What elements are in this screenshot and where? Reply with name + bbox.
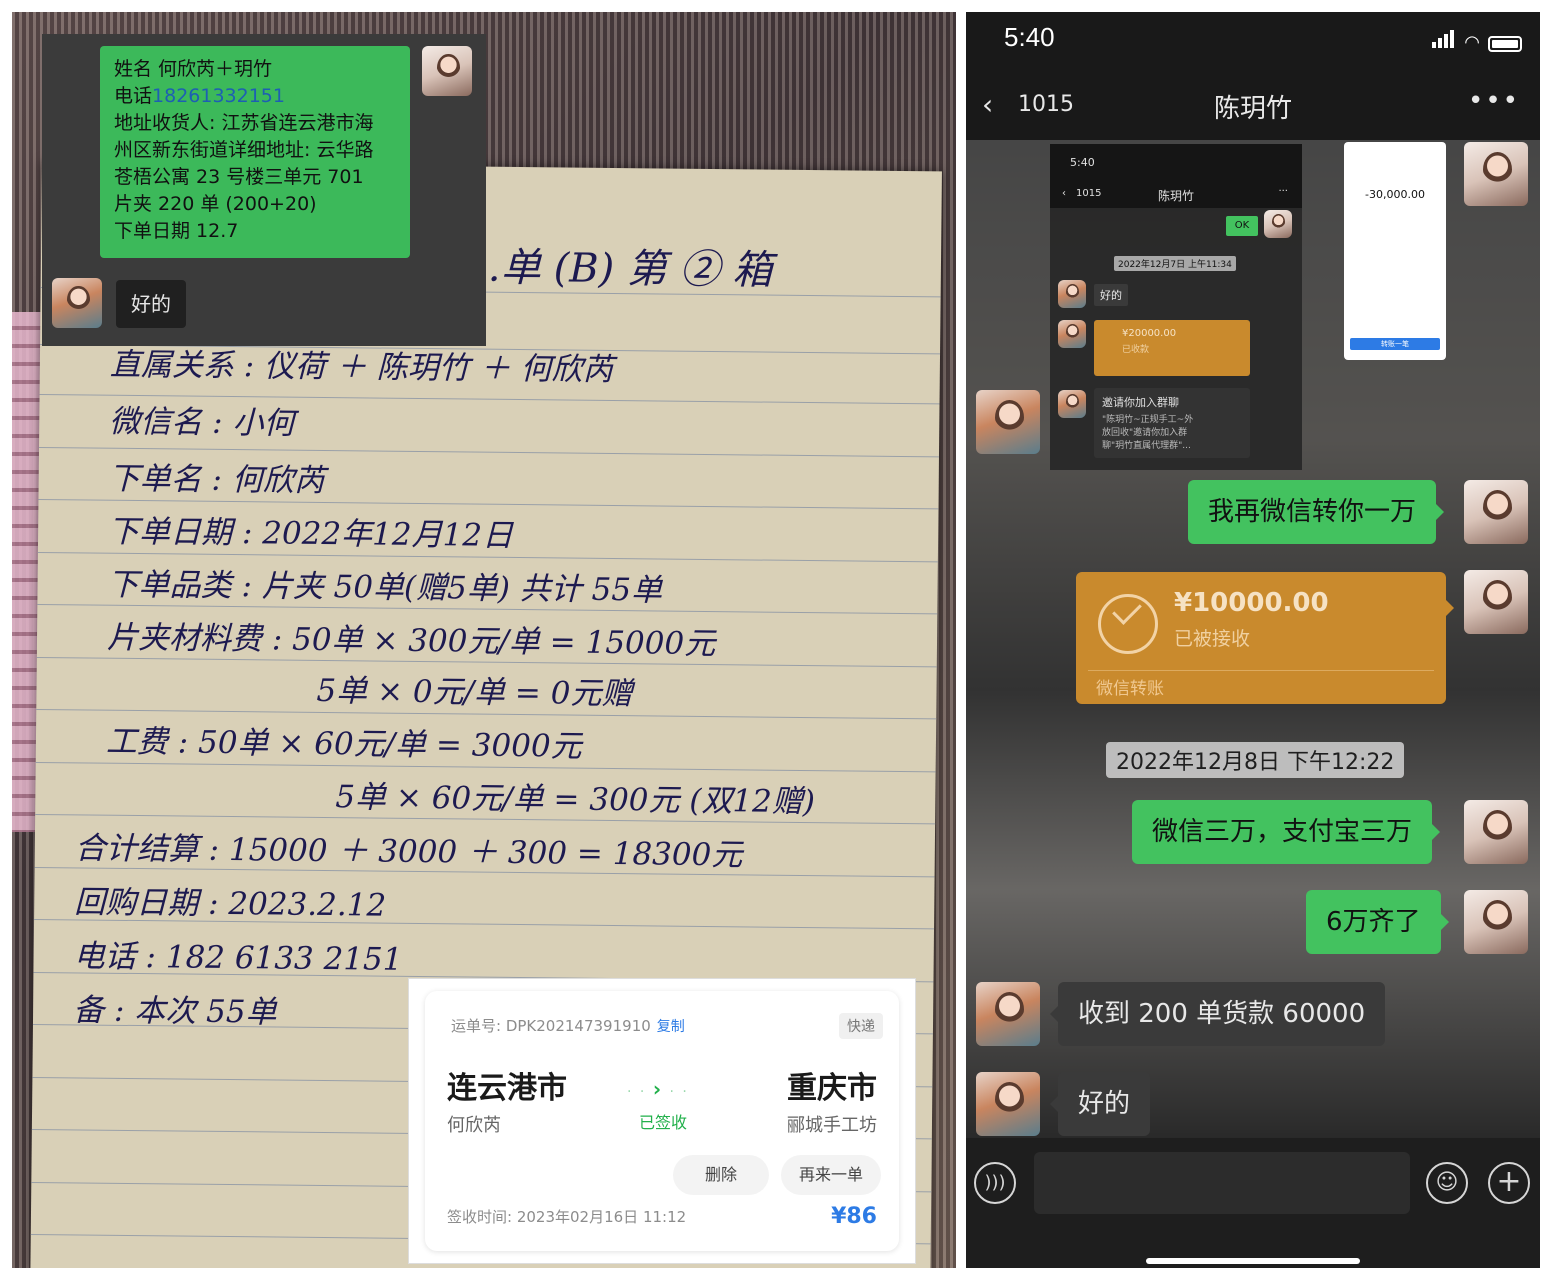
origin-city: 连云港市 [447, 1071, 567, 1106]
delete-button[interactable]: 删除 [673, 1155, 769, 1195]
message-sent[interactable]: 6万齐了 [1306, 890, 1449, 954]
notebook-line: 合计结算 : 15000 ＋ 3000 ＋ 300 = 18300元 [74, 830, 743, 874]
avatar[interactable] [976, 1072, 1040, 1136]
avatar[interactable] [1464, 890, 1528, 954]
sender-name: 何欣芮 [447, 1115, 501, 1136]
order-date-line: 下单日期 12.7 [114, 220, 239, 242]
embedded-receipt-screenshot[interactable]: -30,000.00 转账一笔 [1344, 142, 1446, 360]
home-indicator [1146, 1258, 1360, 1264]
receiver-name: 郦城手工坊 [787, 1115, 877, 1136]
avatar[interactable] [1464, 480, 1528, 544]
order-name-line: 姓名 何欣芮＋玥竹 [114, 58, 273, 80]
more-options-icon[interactable]: ••• [1468, 86, 1520, 116]
reply-bubble: 好的 [116, 280, 186, 328]
voice-input-icon[interactable]: ))) [974, 1162, 1016, 1204]
notebook-line: 下单日期 : 2022年12月12日 [107, 513, 514, 554]
avatar [1264, 210, 1292, 238]
embedded-chat-screenshot[interactable]: 5:40 ‹ 1015 陈玥竹 ··· OK 2022年12月7日 上午11:3… [1050, 144, 1302, 470]
receipt-button[interactable]: 转账一笔 [1350, 338, 1440, 350]
wifi-icon: ◠ [1464, 32, 1480, 53]
notebook-line: 备 : 本次 55单 [72, 992, 277, 1031]
notebook-line: 下单品类 : 片夹 50单(赠5单) 共计 55单 [107, 566, 663, 609]
avatar [1058, 280, 1086, 308]
notebook-line: 微信名 : 小何 [109, 403, 295, 442]
notebook-line: 回购日期 : 2023.2.12 [74, 884, 387, 924]
mini-group-invite: 邀请你加入群聊 "陈玥竹~正规手工~外 放回收"邀请你加入群 聊"玥竹直属代理群… [1094, 388, 1250, 458]
order-address-line: 地址收货人: 江苏省连云港市海 [114, 112, 374, 134]
copy-button[interactable]: 复制 [657, 1019, 685, 1035]
avatar[interactable] [422, 46, 472, 96]
order-address-line: 苍梧公寓 23 号楼三单元 701 [114, 166, 364, 188]
receipt-amount: -30,000.00 [1365, 188, 1425, 201]
notebook-line: 工费 : 50单 × 60元/单 = 3000元 [105, 723, 582, 765]
photo-chat-screenshot: 姓名 何欣芮＋玥竹 电话18261332151 地址收货人: 江苏省连云港市海 … [42, 34, 486, 346]
notebook-line: 5单 × 0元/单 = 0元赠 [316, 672, 633, 713]
express-delivery-card: 运单号: DPK202147391910 复制 快递 连云港市 何欣芮 · · ›… [408, 978, 916, 1264]
message-sent[interactable]: 我再微信转你一万 [1188, 480, 1445, 544]
avatar[interactable] [976, 390, 1040, 454]
avatar[interactable] [1464, 570, 1528, 634]
chat-input-bar: ))) ☺ + [966, 1138, 1540, 1268]
status-time: 5:40 [1004, 22, 1055, 52]
avatar[interactable] [52, 278, 102, 328]
transfer-status: 已被接收 [1174, 628, 1251, 650]
avatar [1058, 320, 1086, 348]
destination-city: 重庆市 [787, 1071, 877, 1106]
notebook-line: 直属关系 : 仪荷 ＋ 陈玥竹 ＋ 何欣芮 [109, 346, 614, 388]
status-icons: ◠ [1432, 30, 1522, 52]
notebook-line: 片夹材料费 : 50单 × 300元/单 = 15000元 [106, 619, 716, 663]
wechat-transfer-card[interactable]: ¥10000.00 已被接收 微信转账 [1076, 572, 1454, 704]
phone-number-link[interactable]: 18261332151 [152, 85, 285, 107]
order-info-bubble: 姓名 何欣芮＋玥竹 电话18261332151 地址收货人: 江苏省连云港市海 … [100, 46, 410, 258]
reorder-button[interactable]: 再来一单 [781, 1155, 881, 1195]
composite-image: …单 (B) 第 ② 箱 直属关系 : 仪荷 ＋ 陈玥竹 ＋ 何欣芮 微信名 :… [0, 0, 1550, 1280]
mini-transfer-card: ¥20000.00 已收款 [1094, 320, 1250, 376]
notebook-line: 5单 × 60元/单 = 300元 (双12赠) [335, 779, 816, 821]
chat-title: 陈玥竹 [1213, 94, 1292, 124]
mini-reply: 好的 [1094, 284, 1128, 306]
express-card-inner[interactable]: 运单号: DPK202147391910 复制 快递 连云港市 何欣芮 · · ›… [425, 991, 899, 1251]
avatar[interactable] [976, 982, 1040, 1046]
order-address-line: 州区新东街道详细地址: 云华路 [114, 139, 374, 161]
signed-time: 签收时间: 2023年02月16日 11:12 [447, 1208, 687, 1226]
message-timestamp: 2022年12月8日 下午12:22 [1106, 742, 1405, 778]
route-arrow-icon: · · › · · [627, 1077, 689, 1101]
message-input[interactable] [1034, 1152, 1410, 1214]
delivery-status: 已签收 [639, 1113, 688, 1132]
status-bar: 5:40 ◠ [966, 12, 1540, 72]
emoji-icon[interactable]: ☺ [1426, 1162, 1468, 1204]
notebook-title: …单 (B) 第 ② 箱 [460, 244, 773, 294]
message-received[interactable]: 好的 [1049, 1072, 1151, 1136]
notebook-line: 下单名 : 何欣芮 [108, 460, 326, 499]
message-sent[interactable]: 微信三万，支付宝三万 [1132, 800, 1441, 864]
signal-icon [1432, 30, 1456, 52]
waybill-number: 运单号: DPK202147391910 复制 [451, 1017, 685, 1035]
express-tag: 快递 [839, 1013, 883, 1039]
order-phone-line: 电话18261332151 [114, 85, 285, 107]
battery-icon [1488, 36, 1522, 52]
chat-nav-bar: ‹ 1015 陈玥竹 ••• [966, 72, 1540, 140]
notebook-line: 电话 : 182 6133 2151 [73, 938, 403, 978]
wechat-phone-screenshot: 5:40 ◠ ‹ 1015 陈玥竹 ••• 5:40 ‹ 1015 陈玥竹 ··… [966, 12, 1540, 1268]
transfer-footer: 微信转账 [1096, 679, 1164, 699]
order-count-line: 片夹 220 单 (200+20) [114, 193, 317, 215]
transfer-amount: ¥10000.00 [1174, 588, 1329, 618]
plus-icon[interactable]: + [1488, 1162, 1530, 1204]
mini-ok-bubble: OK [1226, 216, 1258, 236]
avatar[interactable] [1464, 800, 1528, 864]
message-received[interactable]: 收到 200 单货款 60000 [1049, 982, 1386, 1046]
shipping-price: ¥86 [831, 1204, 877, 1229]
avatar[interactable] [1464, 142, 1528, 206]
mini-date-chip: 2022年12月7日 上午11:34 [1114, 256, 1236, 271]
avatar [1058, 390, 1086, 418]
